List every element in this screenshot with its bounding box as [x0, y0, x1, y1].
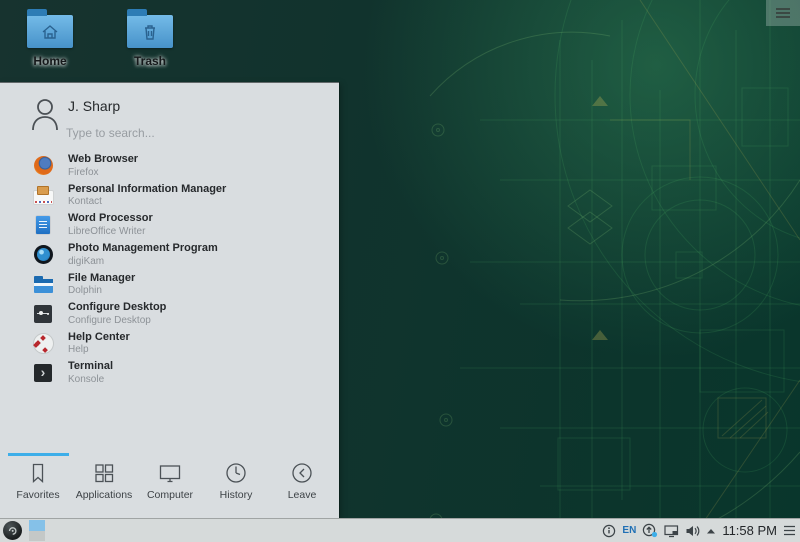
distro-launcher-icon: [6, 524, 19, 537]
tab-label: Applications: [76, 489, 133, 501]
desktop-icon-trash[interactable]: Trash: [115, 6, 185, 68]
app-title: Configure Desktop: [68, 301, 166, 314]
caret-up-icon[interactable]: [706, 527, 716, 535]
app-item-configure-desktop[interactable]: Configure Desktop Configure Desktop: [0, 299, 339, 329]
app-subtitle: Dolphin: [68, 285, 135, 297]
leave-icon: [290, 461, 314, 485]
app-title: Personal Information Manager: [68, 183, 226, 196]
monitor-icon: [158, 461, 182, 485]
app-title: Photo Management Program: [68, 242, 218, 255]
house-glyph-icon: [40, 23, 60, 41]
app-item-pim[interactable]: Personal Information Manager Kontact: [0, 181, 339, 211]
network-icon[interactable]: [664, 524, 679, 538]
updates-icon[interactable]: [642, 523, 658, 538]
app-subtitle: Configure Desktop: [68, 315, 166, 327]
app-item-file-manager[interactable]: File Manager Dolphin: [0, 269, 339, 299]
tab-label: Computer: [147, 489, 193, 501]
tab-label: Favorites: [16, 489, 59, 501]
user-avatar-icon[interactable]: [30, 97, 60, 133]
settings-icon: [33, 304, 53, 324]
app-subtitle: Firefox: [68, 167, 138, 179]
application-launcher-menu: J. Sharp Web Browser Firefox Personal In…: [0, 82, 339, 518]
app-item-photo-management[interactable]: Photo Management Program digiKam: [0, 240, 339, 270]
app-item-web-browser[interactable]: Web Browser Firefox: [0, 151, 339, 181]
tab-history[interactable]: History: [203, 461, 269, 501]
tab-leave[interactable]: Leave: [269, 461, 335, 501]
system-tray: EN 11:58 PM: [602, 523, 796, 538]
launcher-tabbar: Favorites Applications Computer History: [5, 461, 335, 501]
app-grid-icon: [92, 461, 116, 485]
keyboard-layout-indicator[interactable]: EN: [622, 525, 636, 536]
app-item-help-center[interactable]: Help Center Help: [0, 329, 339, 359]
tab-computer[interactable]: Computer: [137, 461, 203, 501]
home-folder-icon: [27, 15, 73, 48]
desktop-icon-home[interactable]: Home: [15, 6, 85, 68]
app-title: File Manager: [68, 272, 135, 285]
terminal-icon: [33, 363, 53, 383]
pager-desktop-1-active[interactable]: [29, 520, 45, 531]
tab-applications[interactable]: Applications: [71, 461, 137, 501]
favorites-app-list: Web Browser Firefox Personal Information…: [0, 151, 339, 388]
firefox-icon: [33, 156, 53, 176]
app-title: Help Center: [68, 331, 130, 344]
application-launcher-button[interactable]: [3, 521, 22, 540]
trash-glyph-icon: [140, 23, 160, 41]
app-subtitle: digiKam: [68, 256, 218, 268]
tab-favorites[interactable]: Favorites: [5, 461, 71, 501]
app-subtitle: Kontact: [68, 196, 226, 208]
app-subtitle: Konsole: [68, 374, 113, 386]
taskbar: EN 11:58 PM: [0, 518, 800, 542]
user-name: J. Sharp: [68, 98, 120, 114]
search-input[interactable]: [66, 123, 276, 143]
app-item-terminal[interactable]: Terminal Konsole: [0, 358, 339, 388]
clock-icon: [224, 461, 248, 485]
app-title: Terminal: [68, 360, 113, 373]
tab-label: Leave: [288, 489, 317, 501]
app-title: Word Processor: [68, 212, 153, 225]
pager-desktop-2[interactable]: [29, 531, 45, 541]
volume-icon[interactable]: [685, 524, 700, 538]
desktop-icon-label: Home: [33, 54, 66, 68]
bookmark-icon: [26, 461, 50, 485]
app-subtitle: LibreOffice Writer: [68, 226, 153, 238]
app-title: Web Browser: [68, 153, 138, 166]
dolphin-icon: [33, 274, 53, 294]
desktop-icon-label: Trash: [134, 54, 166, 68]
active-tab-indicator: [8, 453, 69, 456]
help-icon: [33, 333, 53, 353]
virtual-desktop-pager[interactable]: [29, 520, 45, 541]
libreoffice-writer-icon: [33, 215, 53, 235]
trash-folder-icon: [127, 15, 173, 48]
info-icon[interactable]: [602, 524, 616, 538]
app-item-word-processor[interactable]: Word Processor LibreOffice Writer: [0, 210, 339, 240]
panel-hamburger-icon[interactable]: [783, 525, 796, 536]
digikam-icon: [33, 245, 53, 265]
hamburger-icon: [775, 7, 791, 19]
tab-label: History: [220, 489, 253, 501]
desktop-toolbox[interactable]: [766, 0, 800, 26]
digital-clock[interactable]: 11:58 PM: [722, 523, 777, 538]
app-subtitle: Help: [68, 344, 130, 356]
kontact-icon: [33, 185, 53, 205]
